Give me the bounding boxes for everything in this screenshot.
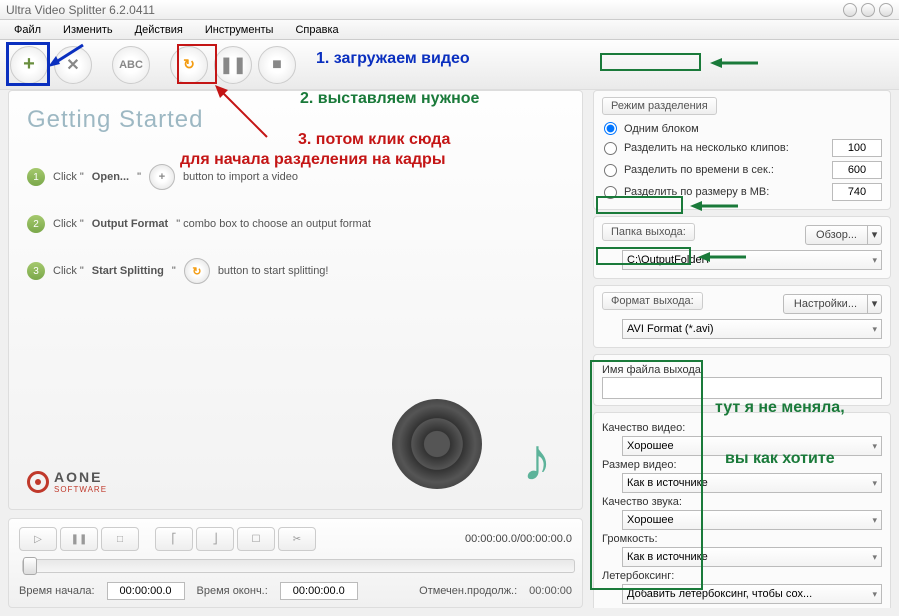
start-time-label: Время начала: [19, 585, 95, 597]
output-folder-title: Папка выхода: [602, 223, 695, 241]
audio-quality-label: Качество звука: [602, 496, 882, 508]
marked-duration-value: 00:00:00 [529, 585, 572, 597]
output-format-select[interactable]: AVI Format (*.avi)▾ [622, 319, 882, 339]
aone-logo: AONE SOFTWARE [27, 469, 107, 494]
menu-edit[interactable]: Изменить [53, 22, 123, 38]
gs-step-3: 3 Click "Start Splitting" ↻ button to st… [27, 258, 564, 284]
output-filename-input[interactable] [602, 377, 882, 399]
player-stop-button[interactable]: □ [101, 527, 139, 551]
output-folder-section: Папка выхода: Обзор... ▾ C:\OutputFolder… [593, 216, 891, 279]
film-reel-icon [392, 399, 482, 489]
video-quality-label: Качество видео: [602, 422, 882, 434]
player-panel: ▷ ❚❚ □ ⎡ ⎦ ☐ ✂ 00:00:00.0/00:00:00.0 Вре… [8, 518, 583, 608]
volume-label: Громкость: [602, 533, 882, 545]
player-pause-button[interactable]: ❚❚ [60, 527, 98, 551]
seek-slider[interactable] [22, 559, 575, 573]
radio-multiple-clips[interactable] [604, 142, 617, 155]
step-number-2: 2 [27, 215, 45, 233]
settings-button[interactable]: Настройки... [783, 294, 868, 314]
menu-help[interactable]: Справка [285, 22, 348, 38]
audio-quality-select[interactable]: Хорошее▾ [622, 510, 882, 530]
output-folder-select[interactable]: C:\OutputFolder\▾ [622, 250, 882, 270]
clips-count-input[interactable] [832, 139, 882, 157]
logo-icon [27, 471, 49, 493]
inline-add-icon: + [149, 164, 175, 190]
end-time-label: Время оконч.: [197, 585, 268, 597]
seconds-input[interactable] [832, 161, 882, 179]
music-note-icon: ♪ [522, 425, 552, 494]
video-quality-select[interactable]: Хорошее▾ [622, 436, 882, 456]
letterboxing-select[interactable]: Добавить летербоксинг, чтобы сох...▾ [622, 584, 882, 604]
titlebar: Ultra Video Splitter 6.2.0411 [0, 0, 899, 20]
abc-button[interactable]: ABC [112, 46, 150, 84]
gs-title: Getting Started [27, 106, 564, 134]
volume-select[interactable]: Как в источнике▾ [622, 547, 882, 567]
mark-out-button[interactable]: ⎦ [196, 527, 234, 551]
delete-button[interactable]: ✕ [54, 46, 92, 84]
radio-by-size[interactable] [604, 186, 617, 199]
getting-started-panel: Getting Started 1 Click "Open..." + butt… [8, 90, 583, 510]
maximize-button[interactable] [861, 3, 875, 17]
video-size-label: Размер видео: [602, 459, 882, 471]
encoding-options-section: Качество видео: Хорошее▾ Размер видео: К… [593, 412, 891, 608]
menubar: Файл Изменить Действия Инструменты Справ… [0, 20, 899, 40]
browse-dropdown[interactable]: ▾ [868, 225, 882, 245]
window-title: Ultra Video Splitter 6.2.0411 [6, 3, 843, 17]
time-display: 00:00:00.0/00:00:00.0 [319, 533, 572, 545]
stop-button[interactable]: ■ [258, 46, 296, 84]
split-mode-title: Режим разделения [602, 97, 717, 115]
output-filename-label: Имя файла выхода: [602, 364, 882, 376]
cut-button[interactable]: ✂ [278, 527, 316, 551]
radio-single-block[interactable] [604, 122, 617, 135]
menu-file[interactable]: Файл [4, 22, 51, 38]
window-controls [843, 3, 893, 17]
refresh-button[interactable]: ↻ [170, 46, 208, 84]
output-format-title: Формат выхода: [602, 292, 703, 310]
gs-step-2: 2 Click "Output Format" combo box to cho… [27, 215, 564, 233]
settings-dropdown[interactable]: ▾ [868, 294, 882, 314]
step-number-1: 1 [27, 168, 45, 186]
end-time-input[interactable] [280, 582, 358, 600]
mb-input[interactable] [832, 183, 882, 201]
split-mode-section: Режим разделения Одним блоком Разделить … [593, 90, 891, 210]
play-button[interactable]: ▷ [19, 527, 57, 551]
toolbar: + ✕ ABC ↻ ❚❚ ■ [0, 40, 899, 90]
add-button[interactable]: + [10, 46, 48, 84]
radio-by-time[interactable] [604, 164, 617, 177]
mark-in-button[interactable]: ⎡ [155, 527, 193, 551]
inline-refresh-icon: ↻ [184, 258, 210, 284]
letterboxing-label: Летербоксинг: [602, 570, 882, 582]
browse-button[interactable]: Обзор... [805, 225, 868, 245]
output-format-section: Формат выхода: Настройки... ▾ AVI Format… [593, 285, 891, 348]
step-number-3: 3 [27, 262, 45, 280]
pause-button[interactable]: ❚❚ [214, 46, 252, 84]
marked-duration-label: Отмечен.продолж.: [419, 585, 517, 597]
gs-step-1: 1 Click "Open..." + button to import a v… [27, 164, 564, 190]
video-size-select[interactable]: Как в источнике▾ [622, 473, 882, 493]
minimize-button[interactable] [843, 3, 857, 17]
menu-tools[interactable]: Инструменты [195, 22, 284, 38]
close-button[interactable] [879, 3, 893, 17]
preview-button[interactable]: ☐ [237, 527, 275, 551]
output-filename-section: Имя файла выхода: [593, 354, 891, 406]
menu-actions[interactable]: Действия [125, 22, 193, 38]
start-time-input[interactable] [107, 582, 185, 600]
